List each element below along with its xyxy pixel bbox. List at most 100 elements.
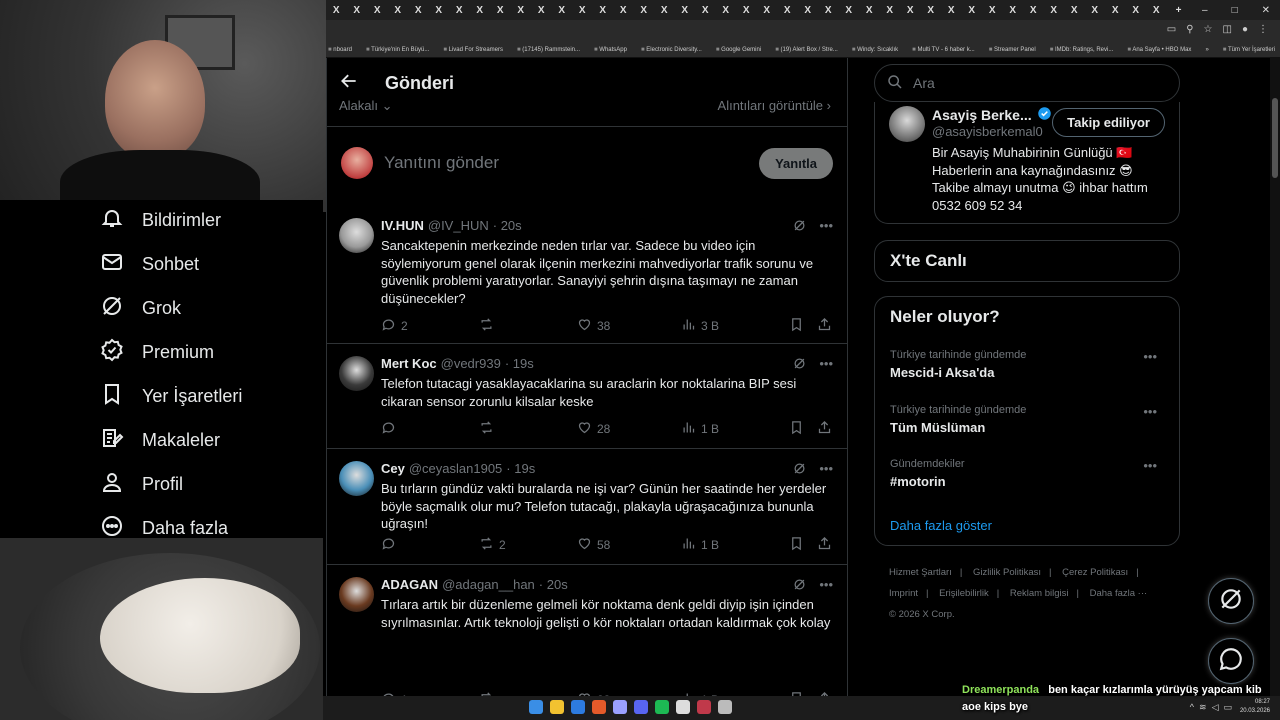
- avatar[interactable]: [339, 461, 374, 496]
- tweet-time[interactable]: · 19s: [506, 461, 535, 476]
- nav-messages[interactable]: Sohbet: [100, 244, 199, 284]
- footer-link[interactable]: Daha fazla ···: [1090, 588, 1148, 599]
- browser-tab[interactable]: X: [613, 5, 634, 16]
- reply-action[interactable]: [381, 536, 479, 554]
- grok-icon[interactable]: [792, 461, 807, 479]
- avatar[interactable]: [339, 218, 374, 253]
- like-action[interactable]: 28: [577, 420, 681, 438]
- more-icon[interactable]: •••: [819, 356, 833, 374]
- more-icon[interactable]: •••: [819, 218, 833, 236]
- browser-tab[interactable]: X: [757, 5, 778, 16]
- views-action[interactable]: 1 B: [681, 536, 789, 554]
- bookmark-overflow[interactable]: »: [1205, 47, 1208, 53]
- like-action[interactable]: 58: [577, 536, 681, 554]
- view-quotes-link[interactable]: Alıntıları görüntüle ›: [718, 98, 831, 118]
- footer-link[interactable]: Hizmet Şartları: [889, 567, 952, 578]
- share-action[interactable]: [817, 536, 832, 554]
- browser-tab[interactable]: X: [880, 5, 901, 16]
- browser-tab[interactable]: X: [859, 5, 880, 16]
- taskbar-app-icon[interactable]: [697, 700, 711, 714]
- avatar[interactable]: [339, 577, 374, 612]
- footer-link[interactable]: Çerez Politikası: [1062, 567, 1128, 578]
- reply-action[interactable]: 2: [381, 317, 479, 335]
- following-button[interactable]: Takip ediliyor: [1052, 108, 1165, 137]
- browser-tab[interactable]: X: [654, 5, 675, 16]
- bookmark-item[interactable]: nboard: [328, 47, 352, 53]
- extension-icon[interactable]: ◫: [1223, 24, 1232, 35]
- browser-tab[interactable]: X: [572, 5, 593, 16]
- back-arrow-icon[interactable]: [339, 71, 359, 96]
- author-name[interactable]: ADAGAN: [381, 577, 438, 592]
- share-action[interactable]: [817, 420, 832, 438]
- browser-tab[interactable]: X: [818, 5, 839, 16]
- reply-action[interactable]: [381, 420, 479, 438]
- messages-fab[interactable]: [1208, 638, 1254, 684]
- browser-tab[interactable]: X: [1085, 5, 1106, 16]
- author-handle[interactable]: @asayisberkemal0: [932, 124, 1043, 139]
- browser-tab[interactable]: X: [716, 5, 737, 16]
- bookmark-item[interactable]: IMDb: Ratings, Revi...: [1050, 47, 1113, 53]
- reply-tweet[interactable]: Mert Koc @vedr939 · 19s ••• Telefon tuta…: [327, 344, 847, 449]
- bookmark-action[interactable]: [789, 420, 817, 438]
- nav-bookmarks[interactable]: Yer İşaretleri: [100, 376, 242, 416]
- browser-tab[interactable]: X: [900, 5, 921, 16]
- tweet-time[interactable]: · 19s: [505, 356, 534, 371]
- grok-icon[interactable]: [792, 577, 807, 595]
- taskbar-app-icon[interactable]: [676, 700, 690, 714]
- author-name[interactable]: Cey: [381, 461, 405, 476]
- browser-tab[interactable]: X: [470, 5, 491, 16]
- minimize-button[interactable]: –: [1202, 5, 1208, 16]
- footer-link[interactable]: Imprint: [889, 588, 918, 599]
- browser-tab[interactable]: X: [921, 5, 942, 16]
- avatar[interactable]: [339, 356, 374, 391]
- author-handle[interactable]: @IV_HUN: [428, 218, 489, 233]
- browser-tab[interactable]: X: [695, 5, 716, 16]
- browser-tab[interactable]: X: [839, 5, 860, 16]
- bookmark-item[interactable]: Electronic Diversity...: [641, 47, 702, 53]
- nav-articles[interactable]: Makaleler: [100, 420, 220, 460]
- browser-tab[interactable]: X: [982, 5, 1003, 16]
- nav-profile[interactable]: Profil: [100, 464, 183, 504]
- views-action[interactable]: 3 B: [681, 317, 789, 335]
- bookmark-item[interactable]: Streamer Panel: [989, 47, 1036, 53]
- trend-item[interactable]: Türkiye tarihinde gündemde Mescid-i Aksa…: [890, 349, 1165, 380]
- browser-tab[interactable]: X: [490, 5, 511, 16]
- share-action[interactable]: [817, 317, 832, 335]
- bookmark-item[interactable]: Windy: Sıcaklık: [852, 47, 898, 53]
- browser-tab[interactable]: X: [1044, 5, 1065, 16]
- bookmark-item[interactable]: Ana Sayfa • HBO Max: [1127, 47, 1191, 53]
- taskbar-app-icon[interactable]: [529, 700, 543, 714]
- views-action[interactable]: 1 B: [681, 420, 789, 438]
- browser-tab[interactable]: X: [1023, 5, 1044, 16]
- browser-tab[interactable]: X: [675, 5, 696, 16]
- more-icon[interactable]: •••: [1143, 458, 1157, 473]
- browser-tab[interactable]: X: [388, 5, 409, 16]
- browser-tab[interactable]: X: [429, 5, 450, 16]
- page-scrollbar[interactable]: [1270, 58, 1280, 698]
- browser-tab[interactable]: X: [347, 5, 368, 16]
- bookmark-item[interactable]: WhatsApp: [594, 47, 627, 53]
- taskbar-app-icon[interactable]: [550, 700, 564, 714]
- browser-tab[interactable]: X: [798, 5, 819, 16]
- taskbar-app-icon[interactable]: [592, 700, 606, 714]
- tweet-time[interactable]: · 20s: [539, 577, 568, 592]
- menu-icon[interactable]: ⋮: [1258, 24, 1268, 35]
- author-handle[interactable]: @vedr939: [441, 356, 501, 371]
- address-bar[interactable]: ▭ ⚲ ☆ ◫ ● ⋮: [326, 20, 1280, 42]
- reply-tweet[interactable]: IV.HUN @IV_HUN · 20s ••• Sancaktepenin m…: [327, 206, 847, 344]
- search-input[interactable]: Ara: [874, 64, 1180, 102]
- taskbar-app-icon[interactable]: [655, 700, 669, 714]
- trend-item[interactable]: Türkiye tarihinde gündemde Tüm Müslüman …: [890, 404, 1165, 435]
- scrollbar-thumb[interactable]: [1272, 98, 1278, 178]
- bookmark-item[interactable]: Türkiye'nin En Büyü...: [366, 47, 429, 53]
- browser-tab[interactable]: X: [1003, 5, 1024, 16]
- trend-item[interactable]: Gündemdekiler #motorin •••: [890, 458, 1165, 489]
- browser-tab[interactable]: X: [962, 5, 983, 16]
- author-handle[interactable]: @adagan__han: [442, 577, 535, 592]
- grok-fab[interactable]: [1208, 578, 1254, 624]
- browser-tab[interactable]: X: [1105, 5, 1126, 16]
- reply-button[interactable]: Yanıtla: [759, 147, 833, 179]
- avatar[interactable]: [889, 106, 925, 142]
- footer-link[interactable]: Erişilebilirlik: [939, 588, 989, 599]
- browser-tab[interactable]: X: [408, 5, 429, 16]
